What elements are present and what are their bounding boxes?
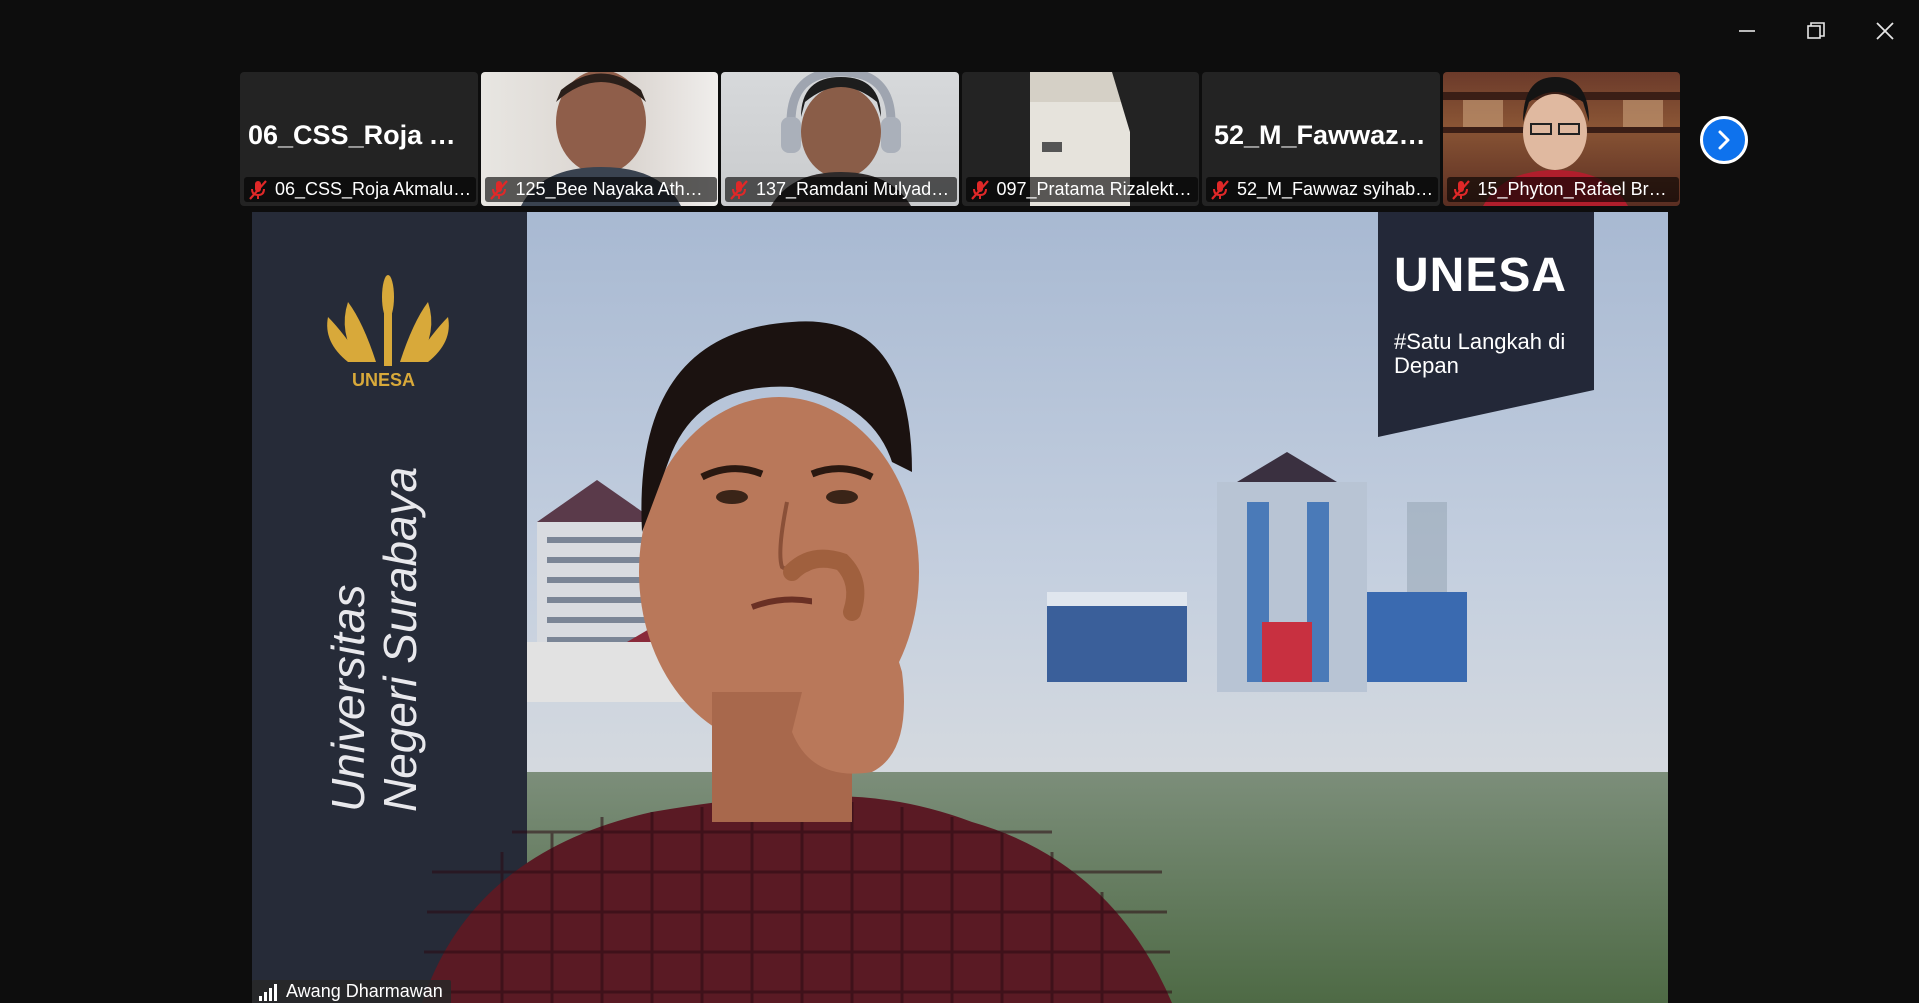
close-button[interactable]: [1850, 0, 1919, 62]
restore-icon: [1806, 22, 1825, 39]
participant-tile[interactable]: 125_Bee Nayaka Athal...: [480, 72, 718, 206]
mic-muted-icon: [1451, 179, 1470, 200]
restore-button[interactable]: [1781, 0, 1850, 62]
mic-muted-icon: [970, 179, 989, 200]
participant-name: 125_Bee Nayaka Athal...: [515, 179, 713, 199]
participant-name: 097_Pratama Rizalekta...: [996, 179, 1194, 199]
participant-name: 06_CSS_Roja Akmaluzz...: [275, 179, 472, 199]
participant-tile[interactable]: 06_CSS_Roja Ak... 06_CSS_Roja Akmaluzz..…: [240, 72, 478, 206]
minimize-icon: [1738, 30, 1755, 32]
window-controls: [1712, 0, 1919, 62]
participant-name: 137_Ramdani Mulyadi ...: [756, 179, 953, 199]
participant-tile[interactable]: 15_Phyton_Rafael Brya...: [1442, 72, 1680, 206]
mic-muted-icon: [249, 179, 267, 200]
participant-name-label: 52_M_Fawwaz syihab ...: [1206, 177, 1438, 202]
participant-name-label: 125_Bee Nayaka Athal...: [484, 177, 717, 202]
speaker-name-tag: Awang Dharmawan: [252, 980, 451, 1003]
participant-name-label: 097_Pratama Rizalekta...: [965, 177, 1198, 202]
signal-bars-icon: [259, 983, 277, 1001]
participant-name-label: 06_CSS_Roja Akmaluzz...: [244, 177, 476, 202]
participant-strip: 06_CSS_Roja Ak... 06_CSS_Roja Akmaluzz..…: [240, 72, 1680, 206]
mic-muted-icon: [730, 179, 748, 200]
participant-tile[interactable]: 137_Ramdani Mulyadi ...: [721, 72, 959, 206]
participant-name: 15_Phyton_Rafael Brya...: [1477, 179, 1675, 199]
participant-name-label: 15_Phyton_Rafael Brya...: [1446, 177, 1679, 202]
mic-muted-icon: [1211, 179, 1229, 200]
participant-tile[interactable]: 097_Pratama Rizalekta...: [961, 72, 1199, 206]
mic-muted-icon: [489, 179, 508, 200]
speaker-video: UNESA Universitas Negeri Surabaya UNESA …: [252, 212, 1668, 1003]
close-icon: [1875, 22, 1894, 40]
participant-big-name: 52_M_Fawwaz s...: [1214, 120, 1432, 150]
minimize-button[interactable]: [1712, 0, 1781, 62]
next-page-button[interactable]: [1700, 116, 1748, 164]
speaker-person: [422, 321, 1172, 1003]
participant-big-name: 06_CSS_Roja Ak...: [248, 120, 470, 150]
participant-name-label: 137_Ramdani Mulyadi ...: [725, 177, 957, 202]
participant-tile[interactable]: 52_M_Fawwaz s... 52_M_Fawwaz syihab ...: [1202, 72, 1440, 206]
chevron-right-icon: [1718, 130, 1730, 150]
speaker-name: Awang Dharmawan: [286, 981, 443, 1001]
participant-name: 52_M_Fawwaz syihab ...: [1237, 179, 1434, 199]
